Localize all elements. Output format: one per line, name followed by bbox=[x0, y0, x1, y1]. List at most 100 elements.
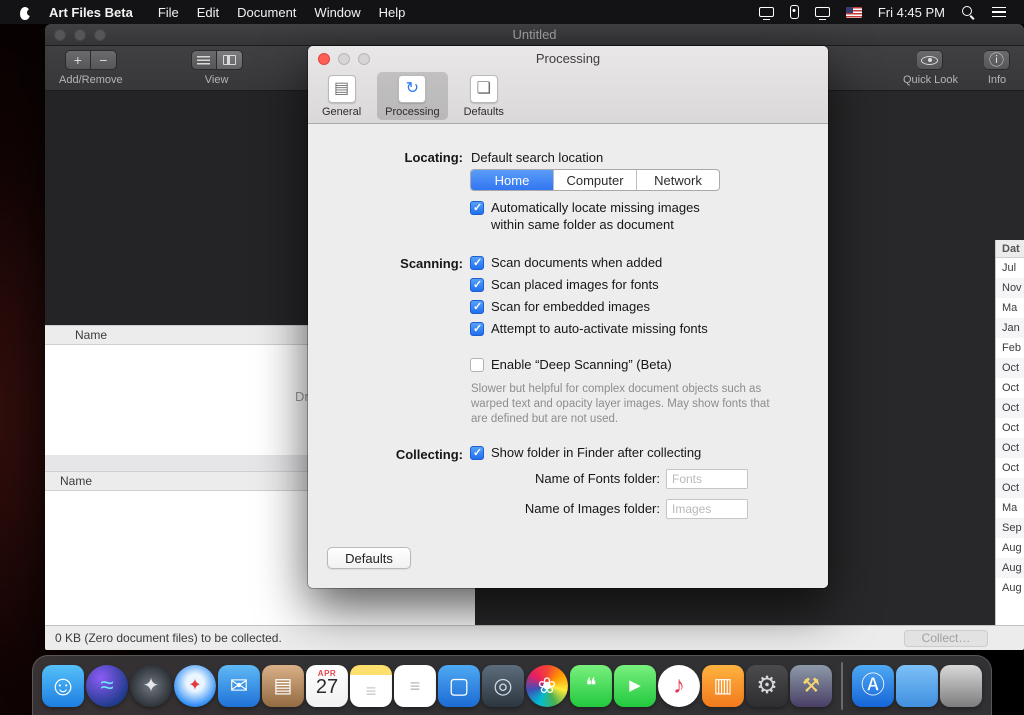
preferences-tabs: ▤ General ↻ Processing ❏ Defaults bbox=[314, 72, 512, 120]
date-cell[interactable]: Oct bbox=[996, 398, 1024, 418]
add-button[interactable]: + bbox=[65, 50, 91, 70]
search-location-segmented-control: HomeComputerNetwork bbox=[470, 169, 720, 191]
fonts-folder-field[interactable] bbox=[666, 469, 748, 489]
locating-section-label: Locating: bbox=[308, 150, 463, 165]
show-folder-row: Show folder in Finder after collecting bbox=[470, 446, 701, 461]
column-view-button[interactable] bbox=[217, 50, 243, 70]
scanning-option-checkbox[interactable] bbox=[470, 322, 484, 336]
facetime-icon[interactable]: ▶ bbox=[614, 665, 656, 707]
quick-look-button[interactable] bbox=[917, 50, 943, 70]
date-cell[interactable]: Oct bbox=[996, 358, 1024, 378]
scanning-option-row: Scan for embedded images bbox=[470, 299, 708, 314]
date-cell[interactable]: Ma bbox=[996, 298, 1024, 318]
mail-icon[interactable]: ✉ bbox=[218, 665, 260, 707]
images-folder-field[interactable] bbox=[666, 499, 748, 519]
reminders-icon[interactable]: ≡ bbox=[394, 665, 436, 707]
remote-tool-icon[interactable] bbox=[790, 5, 799, 19]
add-remove-group: + − Add/Remove bbox=[59, 50, 123, 90]
list-view-icon bbox=[197, 56, 210, 65]
date-cell[interactable]: Oct bbox=[996, 418, 1024, 438]
siri-icon[interactable]: ≈ bbox=[86, 665, 128, 707]
itunes-icon[interactable]: ♪ bbox=[658, 665, 700, 707]
date-cell[interactable]: Jul bbox=[996, 258, 1024, 278]
apple-menu-icon[interactable] bbox=[19, 5, 31, 20]
preferences-tab-label: Defaults bbox=[464, 106, 504, 118]
search-location-segment[interactable]: Computer bbox=[553, 170, 636, 190]
defaults-button[interactable]: Defaults bbox=[327, 547, 411, 569]
scanning-option-label: Scan placed images for fonts bbox=[491, 277, 659, 292]
utility-app-icon[interactable]: ◎ bbox=[482, 665, 524, 707]
date-column-header[interactable]: Dat bbox=[996, 240, 1024, 258]
default-search-location-label: Default search location bbox=[471, 150, 603, 165]
finder-icon[interactable]: ☺ bbox=[42, 665, 84, 707]
launchpad-icon[interactable]: ✦ bbox=[130, 665, 172, 707]
auto-locate-checkbox[interactable] bbox=[470, 201, 484, 215]
date-cell[interactable]: Oct bbox=[996, 438, 1024, 458]
notes-icon[interactable]: ≡ bbox=[350, 665, 392, 707]
scanning-option-checkbox[interactable] bbox=[470, 278, 484, 292]
app-menu-title[interactable]: Art Files Beta bbox=[41, 5, 141, 20]
airplay-display-icon[interactable] bbox=[759, 7, 774, 17]
dock-separator[interactable] bbox=[834, 662, 850, 710]
dock-icon-tile: ⚙ bbox=[746, 665, 788, 707]
show-folder-checkbox[interactable] bbox=[470, 446, 484, 460]
safari-icon[interactable]: ✦ bbox=[174, 665, 216, 707]
date-cell[interactable]: Nov bbox=[996, 278, 1024, 298]
notification-center-icon[interactable] bbox=[992, 7, 1006, 18]
menu-item[interactable]: Document bbox=[228, 5, 305, 20]
folder-icon[interactable] bbox=[896, 665, 938, 707]
scanning-option-row: Scan documents when added bbox=[470, 255, 708, 270]
calendar-icon[interactable]: APR 27 bbox=[306, 665, 348, 707]
info-button[interactable]: ⓘ bbox=[984, 50, 1010, 70]
books-icon[interactable]: ▥ bbox=[702, 665, 744, 707]
date-cell[interactable]: Aug bbox=[996, 538, 1024, 558]
date-cell[interactable]: Ma bbox=[996, 498, 1024, 518]
collect-button[interactable]: Collect… bbox=[904, 630, 988, 647]
input-language-flag-icon[interactable] bbox=[846, 7, 862, 18]
messages-icon[interactable]: ❝ bbox=[570, 665, 612, 707]
app-store-icon[interactable]: Ⓐ bbox=[852, 665, 894, 707]
menu-item[interactable]: File bbox=[149, 5, 188, 20]
dock-icon-tile: ✦ bbox=[174, 665, 216, 707]
menu-bar-clock[interactable]: Fri 4:45 PM bbox=[878, 5, 945, 20]
menu-item[interactable]: Help bbox=[370, 5, 415, 20]
date-cell[interactable]: Feb bbox=[996, 338, 1024, 358]
contacts-icon[interactable]: ▤ bbox=[262, 665, 304, 707]
preferences-tab[interactable]: ▤ General bbox=[314, 72, 369, 120]
close-button[interactable] bbox=[54, 29, 66, 41]
date-cell[interactable]: Aug bbox=[996, 558, 1024, 578]
list-view-button[interactable] bbox=[191, 50, 217, 70]
search-location-segment[interactable]: Home bbox=[471, 170, 553, 190]
app-window-icon[interactable]: ▢ bbox=[438, 665, 480, 707]
trash-icon[interactable] bbox=[940, 665, 982, 707]
traffic-lights bbox=[54, 29, 106, 41]
dialog-title: Processing bbox=[308, 46, 828, 71]
remove-button[interactable]: − bbox=[91, 50, 117, 70]
dock-icon-tile: ✉ bbox=[218, 665, 260, 707]
menu-item[interactable]: Edit bbox=[188, 5, 228, 20]
menu-item[interactable]: Window bbox=[305, 5, 369, 20]
date-cell[interactable]: Aug bbox=[996, 578, 1024, 598]
dock-icon-glyph: ≡ bbox=[410, 677, 421, 695]
date-cell[interactable]: Sep bbox=[996, 518, 1024, 538]
display-icon[interactable] bbox=[815, 7, 830, 17]
date-cell[interactable]: Oct bbox=[996, 478, 1024, 498]
date-cell[interactable]: Oct bbox=[996, 378, 1024, 398]
tools-app-icon[interactable]: ⚒ bbox=[790, 665, 832, 707]
search-location-segment[interactable]: Network bbox=[636, 170, 719, 190]
preferences-tab[interactable]: ↻ Processing bbox=[377, 72, 447, 120]
minimize-button[interactable] bbox=[74, 29, 86, 41]
dock-icon-tile: ☺ bbox=[42, 665, 84, 707]
quick-look-group: Quick Look bbox=[903, 50, 958, 90]
photos-icon[interactable]: ❀ bbox=[526, 665, 568, 707]
zoom-button[interactable] bbox=[94, 29, 106, 41]
date-cell[interactable]: Jan bbox=[996, 318, 1024, 338]
date-cell[interactable]: Oct bbox=[996, 458, 1024, 478]
tab-glyph-icon: ❏ bbox=[477, 81, 491, 97]
scanning-option-checkbox[interactable] bbox=[470, 256, 484, 270]
scanning-option-checkbox[interactable] bbox=[470, 300, 484, 314]
system-preferences-icon[interactable]: ⚙ bbox=[746, 665, 788, 707]
spotlight-search-icon[interactable] bbox=[961, 5, 976, 20]
deep-scanning-checkbox[interactable] bbox=[470, 358, 484, 372]
preferences-tab[interactable]: ❏ Defaults bbox=[456, 72, 512, 120]
